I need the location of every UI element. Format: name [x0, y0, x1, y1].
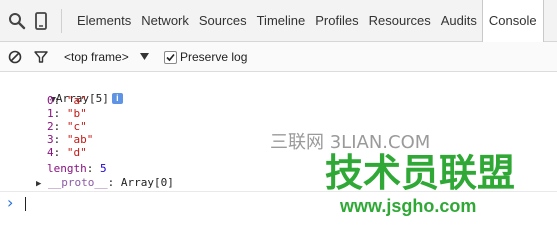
preserve-log-checkbox[interactable]	[164, 51, 177, 64]
item-key: 0	[47, 94, 54, 107]
text-caret	[25, 197, 26, 211]
watermark: 三联网 3LIAN.COM 技术员联盟 www.jsgho.com	[270, 128, 515, 218]
watermark-line2: 技术员联盟	[325, 151, 516, 195]
item-key: 2	[47, 120, 54, 133]
tab-resources[interactable]: Resources	[364, 0, 436, 42]
item-value: "ab"	[66, 133, 94, 146]
devtools-tab-bar: Elements Network Sources Timeline Profil…	[0, 0, 557, 42]
length-value: 5	[100, 162, 107, 175]
chevron-down-icon[interactable]	[140, 53, 149, 61]
prompt-chevron-icon: ›	[7, 193, 14, 212]
console-toolbar: <top frame> Preserve log	[0, 42, 557, 72]
tab-profiles[interactable]: Profiles	[310, 0, 363, 42]
info-icon: i	[111, 93, 123, 104]
filter-icon[interactable]	[34, 50, 48, 64]
search-icon[interactable]	[7, 11, 27, 31]
proto-key: __proto__	[48, 176, 108, 189]
item-key: 1	[47, 107, 54, 120]
tab-network[interactable]: Network	[136, 0, 194, 42]
frame-selector[interactable]: <top frame>	[64, 42, 129, 72]
array-length-row: length: 5	[47, 162, 107, 175]
array-item-1: 1: "b"	[47, 107, 87, 120]
device-mode-icon[interactable]	[31, 11, 51, 31]
array-item-2: 2: "c"	[47, 120, 87, 133]
array-item-0: 0: "a"	[47, 94, 87, 107]
proto-row[interactable]: ▶ __proto__: Array[0]	[36, 176, 174, 189]
preserve-log-label: Preserve log	[180, 50, 248, 64]
clear-console-icon[interactable]	[8, 50, 22, 64]
panel-tabs: Elements Network Sources Timeline Profil…	[72, 0, 544, 42]
tab-audits[interactable]: Audits	[436, 0, 482, 42]
tab-elements[interactable]: Elements	[72, 0, 136, 42]
tab-console[interactable]: Console	[481, 0, 544, 42]
item-value: "a"	[66, 94, 87, 107]
item-key: 4	[47, 146, 54, 159]
array-item-4: 4: "d"	[47, 146, 87, 159]
length-key: length	[47, 162, 87, 175]
collapsed-triangle-icon[interactable]: ▶	[36, 179, 41, 189]
array-item-3: 3: "ab"	[47, 133, 94, 146]
toolbar-divider	[61, 9, 62, 33]
array-object-row[interactable]: ▼Array[5] i	[24, 79, 123, 105]
tab-timeline[interactable]: Timeline	[252, 0, 311, 42]
item-value: "c"	[66, 120, 87, 133]
proto-value: Array[0]	[120, 176, 174, 189]
watermark-line3: www.jsgho.com	[340, 196, 477, 216]
item-key: 3	[47, 133, 54, 146]
item-value: "b"	[66, 107, 87, 120]
item-value: "d"	[66, 146, 87, 159]
checkmark-icon	[166, 53, 175, 62]
tab-sources[interactable]: Sources	[194, 0, 252, 42]
